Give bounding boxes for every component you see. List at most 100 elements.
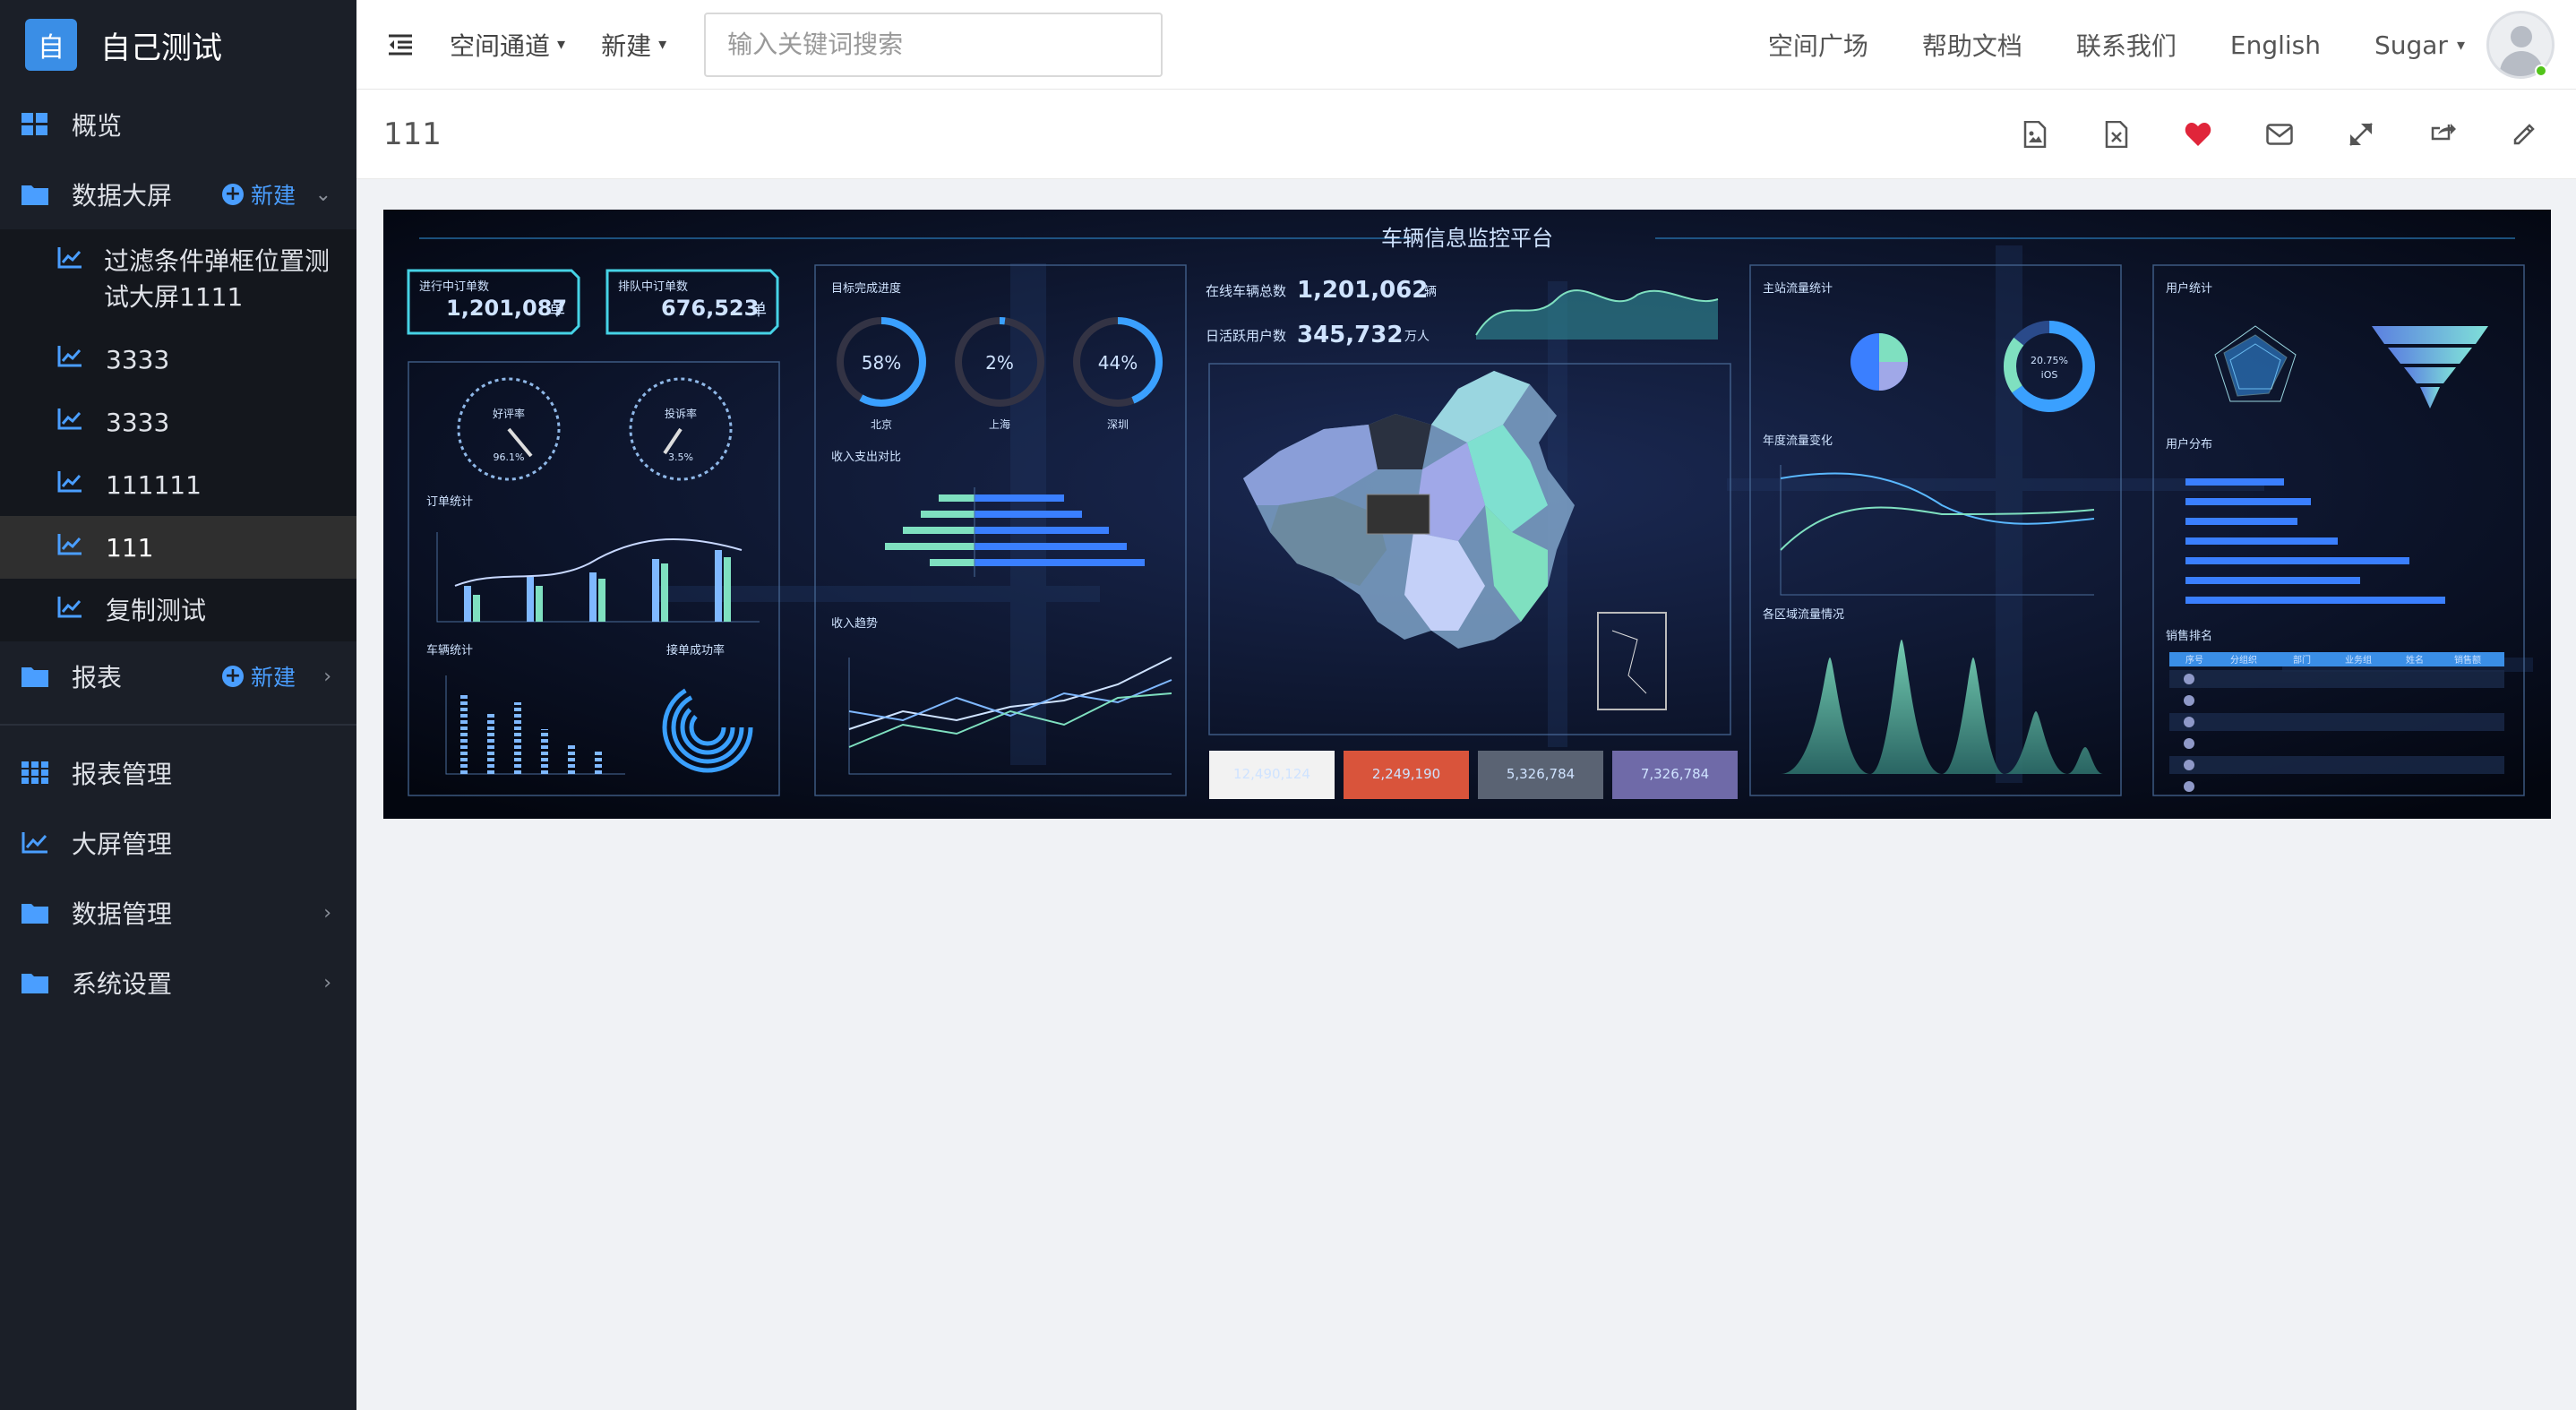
- export-image-icon[interactable]: [2019, 118, 2051, 150]
- plus-icon: +: [221, 184, 244, 205]
- daily-users-value: 345,732: [1297, 322, 1403, 348]
- collapse-menu-icon[interactable]: [387, 31, 414, 58]
- page-header: 111: [356, 90, 2576, 179]
- chevron-right-icon[interactable]: ›: [323, 948, 331, 1018]
- app-name: 自己测试: [100, 30, 222, 66]
- kpi-box-1: 12,490,124: [1209, 751, 1335, 799]
- svg-text:58%: 58%: [862, 352, 901, 374]
- sidebar-item-label: 报表: [72, 663, 123, 692]
- sidebar-screen-item[interactable]: 3333: [0, 328, 356, 391]
- line-chart-icon: [57, 534, 84, 555]
- panel-title-order-stats: 订单统计: [426, 495, 473, 509]
- svg-text:业务组: 业务组: [2345, 654, 2372, 666]
- dashboard-title: 车辆信息监控平台: [1381, 226, 1553, 251]
- panel-title-traffic: 主站流量统计: [1763, 282, 1833, 296]
- panel-title-income-compare: 收入支出对比: [831, 451, 901, 464]
- sidebar-screen-item[interactable]: 111: [0, 516, 356, 579]
- new-report-button[interactable]: + 新建: [221, 641, 296, 711]
- sidebar-screen-item[interactable]: 111111: [0, 453, 356, 516]
- language-link[interactable]: English: [2230, 30, 2321, 60]
- search-input[interactable]: [704, 12, 1163, 77]
- sidebar-item-data-mgmt[interactable]: 数据管理 ›: [0, 878, 356, 948]
- svg-text:5,326,784: 5,326,784: [1507, 766, 1575, 782]
- svg-text:单: 单: [549, 301, 565, 320]
- sidebar-item-label: 复制测试: [106, 596, 207, 625]
- svg-text:iOS: iOS: [2041, 369, 2058, 381]
- page-toolbar: [1970, 90, 2540, 179]
- sidebar-item-overview[interactable]: 概览: [0, 90, 356, 159]
- svg-text:单: 单: [751, 301, 767, 320]
- svg-text:2%: 2%: [985, 352, 1014, 374]
- svg-text:上海: 上海: [989, 417, 1010, 431]
- sidebar-screen-item[interactable]: 过滤条件弹框位置测试大屏1111: [0, 229, 356, 328]
- svg-text:20.75%: 20.75%: [2031, 355, 2068, 366]
- svg-text:部门: 部门: [2293, 654, 2311, 666]
- export-excel-icon[interactable]: [2100, 118, 2133, 150]
- sidebar-item-label: 数据管理: [72, 899, 173, 929]
- new-screen-button[interactable]: + 新建: [221, 159, 296, 229]
- svg-text:2,249,190: 2,249,190: [1372, 766, 1440, 782]
- chevron-down-icon[interactable]: ⌄: [315, 159, 331, 229]
- fullscreen-icon[interactable]: [2345, 118, 2377, 150]
- sidebar-item-label: 3333: [106, 345, 170, 374]
- panel-title-vehicle-stats: 车辆统计: [426, 643, 473, 658]
- sidebar-item-screen-mgmt[interactable]: 大屏管理: [0, 808, 356, 878]
- grid-icon: [20, 760, 50, 787]
- svg-text:辆: 辆: [1424, 285, 1437, 299]
- chevron-right-icon[interactable]: ›: [323, 641, 331, 711]
- sidebar-item-label: 大屏管理: [72, 830, 173, 859]
- help-docs-link[interactable]: 帮助文档: [1922, 27, 2022, 63]
- sidebar-screen-item[interactable]: 3333: [0, 391, 356, 453]
- new-dropdown[interactable]: 新建 ▾: [601, 27, 666, 63]
- sidebar-item-label: 过滤条件弹框位置测试大屏1111: [104, 246, 331, 312]
- sidebar-item-reports[interactable]: 报表 + 新建 ›: [0, 641, 356, 711]
- line-chart-icon: [57, 346, 84, 367]
- sidebar-item-report-mgmt[interactable]: 报表管理: [0, 738, 356, 808]
- svg-text:好评率: 好评率: [493, 407, 525, 420]
- space-plaza-link[interactable]: 空间广场: [1768, 27, 1868, 63]
- sidebar-screen-item[interactable]: 复制测试: [0, 579, 356, 641]
- sidebar: 自 自己测试 概览 数据大屏 + 新建 ⌄ 过滤条件弹框位置测试大屏1111 333…: [0, 0, 356, 1410]
- sidebar-item-label: 111111: [106, 470, 202, 500]
- username: Sugar: [2374, 30, 2448, 60]
- svg-text:96.1%: 96.1%: [494, 451, 525, 463]
- app-logo: 自: [25, 19, 77, 71]
- panel-title-sales-rank: 销售排名: [2166, 629, 2212, 643]
- traffic-pie: [1850, 333, 1908, 391]
- share-icon[interactable]: [2426, 118, 2459, 150]
- svg-text:销售额: 销售额: [2454, 654, 2481, 666]
- space-channel-dropdown[interactable]: 空间通道 ▾: [450, 27, 565, 63]
- sidebar-item-screens[interactable]: 数据大屏 + 新建 ⌄: [0, 159, 356, 229]
- chevron-right-icon[interactable]: ›: [323, 878, 331, 948]
- panel-title-income-trend: 收入趋势: [831, 616, 878, 631]
- dashboard-canvas: 车辆信息监控平台 进行中订单数 1,201,087 单 排队中订单数 676,5…: [383, 210, 2551, 819]
- svg-text:姓名: 姓名: [2406, 654, 2424, 666]
- kpi-box-3: 5,326,784: [1478, 751, 1603, 799]
- svg-text:分组织: 分组织: [2230, 654, 2257, 666]
- online-status-dot: [2535, 64, 2547, 77]
- kpi-box-2: 2,249,190: [1344, 751, 1469, 799]
- svg-text:深圳: 深圳: [1107, 418, 1129, 431]
- sidebar-item-settings[interactable]: 系统设置 ›: [0, 948, 356, 1018]
- topbar-right: 空间广场 帮助文档 联系我们 English Sugar ▾: [1768, 0, 2576, 90]
- favorite-heart-icon[interactable]: [2182, 118, 2214, 150]
- top-navbar: 空间通道▾ 新建▾ 空间广场 帮助文档 联系我们 English Sugar ▾: [356, 0, 2576, 90]
- svg-text:676,523: 676,523: [661, 296, 759, 321]
- edit-pencil-icon[interactable]: [2508, 118, 2540, 150]
- svg-text:进行中订单数: 进行中订单数: [419, 280, 489, 294]
- panel-title-user-dist: 用户分布: [2166, 437, 2212, 451]
- line-chart-icon: [57, 247, 82, 269]
- svg-text:序号: 序号: [2185, 654, 2203, 666]
- caret-down-icon: ▾: [658, 35, 667, 54]
- svg-text:目标完成进度: 目标完成进度: [831, 281, 901, 296]
- dashboard-screen[interactable]: 车辆信息监控平台 进行中订单数 1,201,087 单 排队中订单数 676,5…: [383, 210, 2551, 819]
- brand[interactable]: 自 自己测试: [0, 0, 356, 90]
- kpi-box-4: 7,326,784: [1612, 751, 1738, 799]
- chart-icon: [20, 830, 50, 856]
- mail-icon[interactable]: [2263, 118, 2296, 150]
- svg-text:排队中订单数: 排队中订单数: [618, 280, 688, 294]
- sidebar-item-label: 报表管理: [72, 760, 173, 789]
- user-menu[interactable]: Sugar ▾: [2374, 11, 2555, 79]
- contact-link[interactable]: 联系我们: [2076, 27, 2177, 63]
- folder-icon: [20, 899, 50, 926]
